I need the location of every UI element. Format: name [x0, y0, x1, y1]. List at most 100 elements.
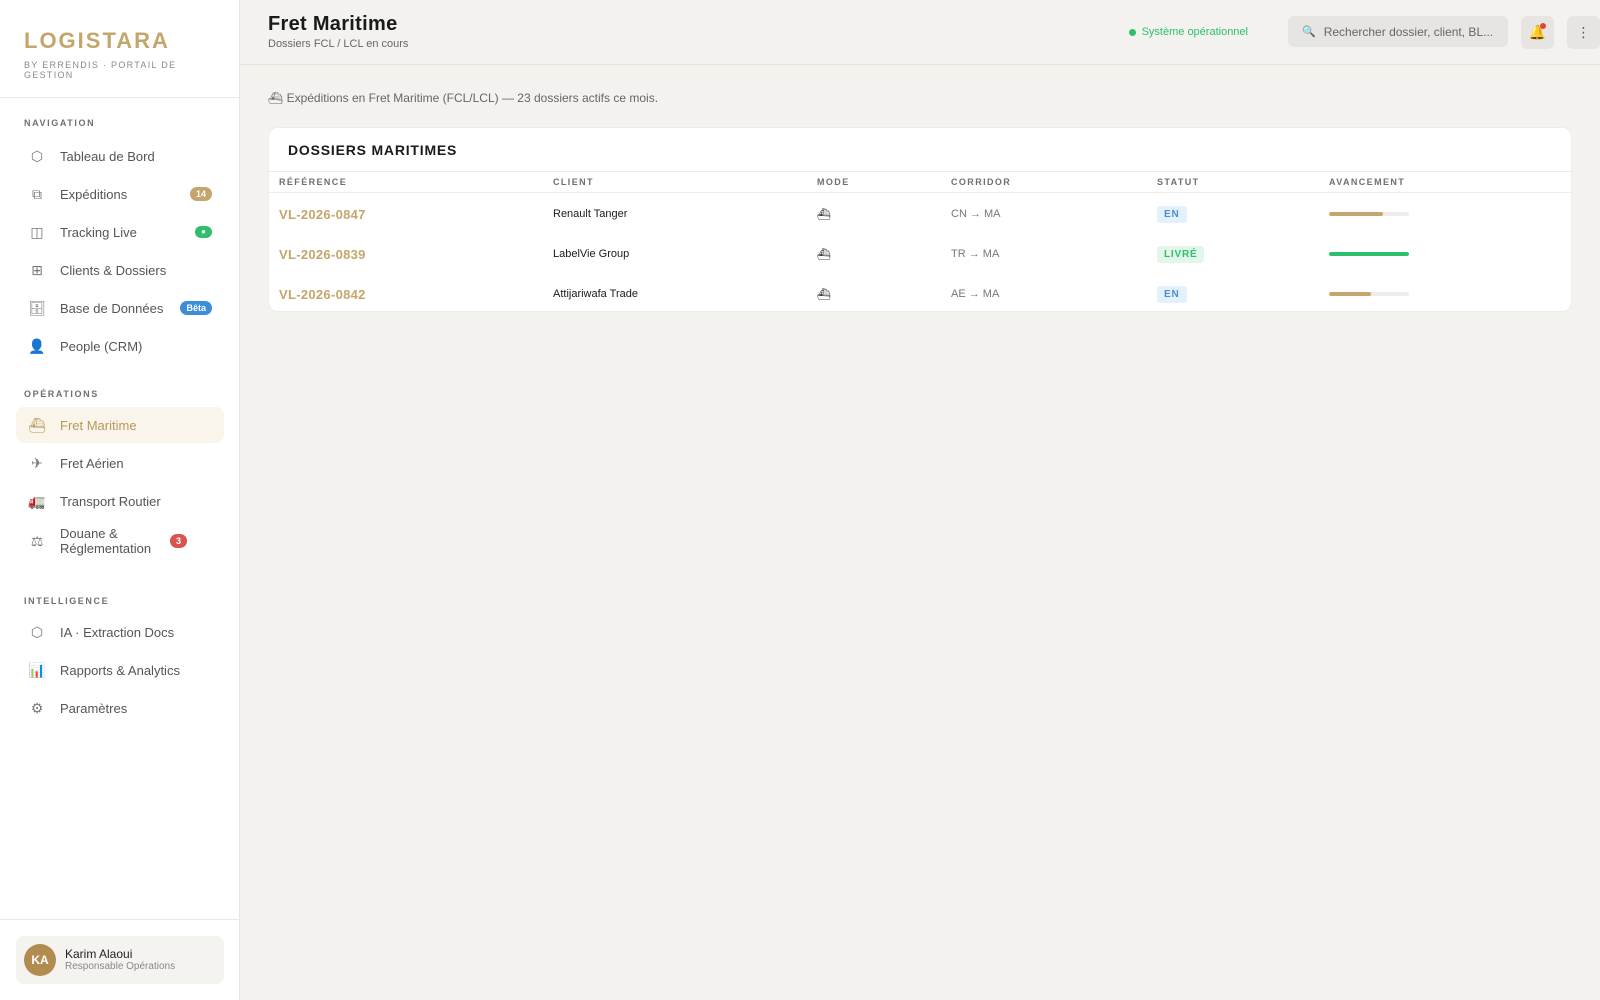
live-badge: ●	[195, 226, 212, 238]
topbar: Fret Maritime Dossiers FCL / LCL en cour…	[240, 0, 1600, 65]
sidebar-item-label: Douane & Réglementation	[60, 526, 152, 556]
ship-icon: ⛴	[28, 416, 46, 433]
database-icon: 🗄	[28, 299, 46, 316]
sidebar-item-dashboard[interactable]: ⬡ Tableau de Bord	[16, 138, 224, 174]
status-badge: EN	[1157, 205, 1187, 223]
notification-dot	[1540, 23, 1546, 29]
client-name: LabelVie Group	[553, 248, 630, 260]
table-row[interactable]: VL-2026-0842 Attijariwafa Trade ⛴ AE → M…	[269, 274, 1571, 314]
beta-badge: Bêta	[180, 301, 212, 315]
page-subtitle: Dossiers FCL / LCL en cours	[268, 38, 409, 50]
progress-bar	[1329, 292, 1409, 296]
avatar: KA	[24, 944, 56, 976]
sidebar-item-shipments[interactable]: ⧉ Expéditions 14	[16, 176, 224, 212]
sidebar-item-database[interactable]: 🗄 Base de Données Bêta	[16, 290, 224, 326]
clients-icon: ⊞	[31, 261, 43, 278]
section-title-operations: OPÉRATIONS	[24, 389, 99, 399]
sidebar-item-settings[interactable]: ⚙ Paramètres	[16, 690, 224, 726]
status-cell: LIVRÉ	[1157, 234, 1205, 274]
nav-section-navigation: NAVIGATION ⬡ Tableau de Bord ⧉ Expéditio…	[0, 116, 240, 364]
truck-icon: 🚛	[28, 492, 46, 509]
shipments-icon: ⧉	[32, 185, 42, 202]
sidebar-item-air-freight[interactable]: ✈ Fret Aérien	[16, 445, 224, 481]
section-title-navigation: NAVIGATION	[24, 118, 96, 128]
sidebar-item-label: Tableau de Bord	[60, 148, 155, 164]
sidebar-item-label: Clients & Dossiers	[60, 262, 167, 278]
more-options-button[interactable]: ⋮	[1567, 16, 1600, 49]
plane-icon: ✈	[31, 454, 43, 471]
sidebar-item-ai-extraction[interactable]: ⬡ IA · Extraction Docs	[16, 614, 224, 650]
progress-cell	[1329, 274, 1409, 314]
sidebar-item-tracking[interactable]: ◫ Tracking Live ●	[16, 214, 224, 250]
brand: LOGISTARA BY ERRENDIS · PORTAIL DE GESTI…	[0, 0, 239, 98]
status-cell: EN	[1157, 274, 1187, 314]
column-header-status: STATUT	[1157, 177, 1200, 187]
progress-cell	[1329, 234, 1409, 274]
search-input[interactable]	[1323, 24, 1494, 39]
ship-icon: ⛴	[817, 208, 831, 221]
column-header-reference: RÉFÉRENCE	[279, 177, 348, 187]
progress-cell	[1329, 194, 1409, 234]
sidebar-item-sea-freight[interactable]: ⛴ Fret Maritime	[16, 407, 224, 443]
column-header-corridor: CORRIDOR	[951, 177, 1012, 187]
sidebar-item-label: Paramètres	[60, 700, 128, 716]
progress-fill	[1329, 212, 1384, 216]
brand-logo[interactable]: LOGISTARA	[24, 28, 215, 54]
dossier-reference-link[interactable]: VL-2026-0839	[279, 234, 366, 274]
ship-icon: ⛴	[817, 288, 831, 301]
brand-subtitle: BY ERRENDIS · PORTAIL DE GESTION	[24, 60, 177, 80]
ai-icon: ⬡	[30, 623, 44, 640]
sidebar-item-label: Rapports & Analytics	[60, 662, 180, 678]
maritime-dossiers-card: DOSSIERS MARITIMES RÉFÉRENCE CLIENT MODE…	[268, 127, 1572, 312]
search-box[interactable]: 🔍	[1288, 16, 1508, 47]
column-header-mode: MODE	[817, 177, 850, 187]
table-row[interactable]: VL-2026-0847 Renault Tanger ⛴ CN → MA EN	[269, 194, 1571, 234]
sidebar-item-label: Transport Routier	[60, 493, 161, 509]
section-title-intelligence: INTELLIGENCE	[24, 596, 110, 606]
sidebar-item-reports[interactable]: 📊 Rapports & Analytics	[16, 652, 224, 688]
sidebar-item-customs[interactable]: ⚖ Douane & Réglementation 3	[16, 521, 224, 561]
corridor: AE → MA	[951, 288, 1000, 300]
status-badge: EN	[1157, 285, 1187, 303]
column-header-client: CLIENT	[553, 177, 594, 187]
main-content: Fret Maritime Dossiers FCL / LCL en cour…	[240, 0, 1600, 1000]
scale-icon: ⚖	[30, 532, 44, 549]
status-dot-icon	[1128, 28, 1136, 36]
sidebar-item-clients[interactable]: ⊞ Clients & Dossiers	[16, 252, 224, 288]
progress-bar	[1329, 212, 1409, 216]
user-panel: KA Karim Alaoui Responsable Opérations	[0, 919, 240, 1000]
status-text: Système opérationnel	[1141, 26, 1248, 38]
alert-badge: 3	[170, 534, 187, 548]
dossier-reference-link[interactable]: VL-2026-0842	[279, 274, 366, 314]
intro-text: ⛴ Expéditions en Fret Maritime (FCL/LCL)…	[268, 91, 659, 105]
sidebar-item-label: Expéditions	[60, 186, 128, 202]
search-icon: 🔍	[1302, 26, 1316, 38]
system-status: Système opérationnel	[1128, 26, 1248, 38]
dossier-reference-link[interactable]: VL-2026-0847	[279, 194, 366, 234]
client-name: Attijariwafa Trade	[553, 288, 638, 300]
chart-icon: 📊	[28, 661, 46, 678]
user-card[interactable]: KA Karim Alaoui Responsable Opérations	[16, 936, 224, 984]
sidebar: LOGISTARA BY ERRENDIS · PORTAIL DE GESTI…	[0, 0, 240, 1000]
progress-bar	[1329, 252, 1409, 256]
nav-section-intelligence: INTELLIGENCE ⬡ IA · Extraction Docs 📊 Ra…	[0, 594, 240, 726]
progress-fill	[1329, 252, 1409, 256]
column-header-progress: AVANCEMENT	[1329, 177, 1406, 187]
client-name: Renault Tanger	[553, 208, 628, 220]
gear-icon: ⚙	[30, 699, 44, 716]
notifications-button[interactable]: 🔔	[1521, 16, 1554, 49]
sidebar-item-label: Fret Maritime	[60, 417, 137, 433]
sidebar-item-people[interactable]: 👤 People (CRM)	[16, 328, 224, 364]
corridor: TR → MA	[951, 248, 1000, 260]
count-badge: 14	[189, 187, 212, 201]
nav-section-operations: OPÉRATIONS ⛴ Fret Maritime ✈ Fret Aérien…	[0, 387, 240, 561]
status-cell: EN	[1157, 194, 1187, 234]
sidebar-item-label: Tracking Live	[60, 224, 137, 240]
sidebar-item-road-transport[interactable]: 🚛 Transport Routier	[16, 483, 224, 519]
sidebar-item-label: Base de Données	[60, 300, 164, 316]
sidebar-item-label: Fret Aérien	[60, 455, 124, 471]
user-role: Responsable Opérations	[65, 961, 176, 972]
table-row[interactable]: VL-2026-0839 LabelVie Group ⛴ TR → MA LI…	[269, 234, 1571, 274]
user-name: Karim Alaoui	[65, 947, 133, 961]
table-header: RÉFÉRENCE CLIENT MODE CORRIDOR STATUT AV…	[269, 171, 1571, 193]
